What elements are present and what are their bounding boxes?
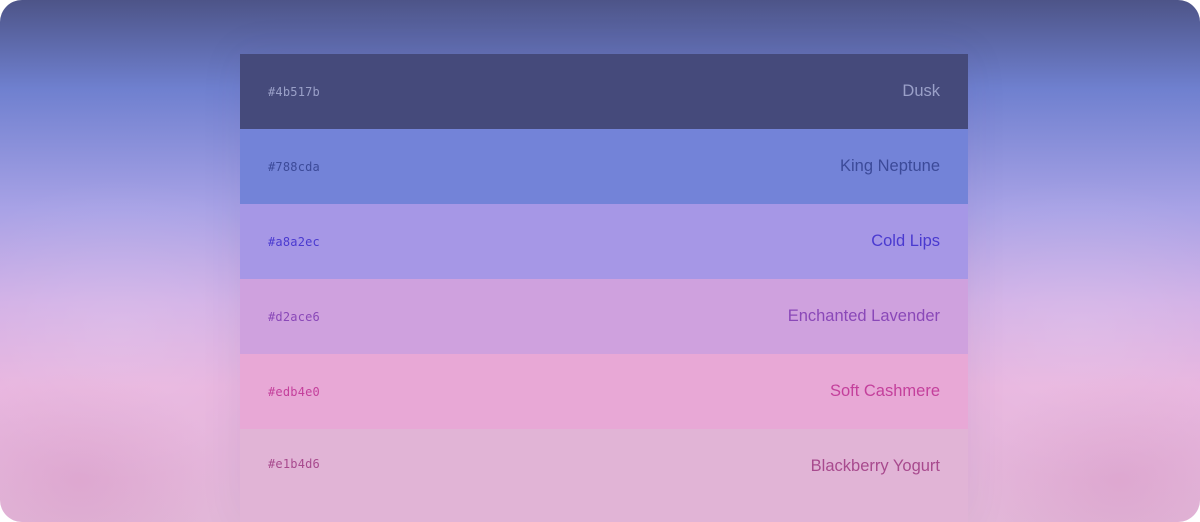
swatch-name: Dusk: [902, 82, 940, 100]
swatch-king-neptune[interactable]: #788cda King Neptune: [240, 129, 968, 204]
app-frame: #4b517b Dusk #788cda King Neptune #a8a2e…: [0, 0, 1200, 522]
swatch-name: King Neptune: [840, 157, 940, 175]
swatch-hex: #788cda: [268, 159, 320, 174]
swatch-name: Blackberry Yogurt: [810, 457, 940, 475]
swatch-enchanted-lavender[interactable]: #d2ace6 Enchanted Lavender: [240, 279, 968, 354]
swatch-soft-cashmere[interactable]: #edb4e0 Soft Cashmere: [240, 354, 968, 429]
swatch-blackberry-yogurt[interactable]: #e1b4d6 Blackberry Yogurt: [240, 429, 968, 522]
swatch-name: Soft Cashmere: [829, 382, 940, 400]
swatch-name: Cold Lips: [871, 232, 940, 250]
swatch-hex: #e1b4d6: [268, 457, 320, 471]
swatch-hex: #4b517b: [268, 84, 320, 99]
swatch-hex: #a8a2ec: [268, 234, 320, 249]
swatch-dusk[interactable]: #4b517b Dusk: [240, 54, 968, 129]
color-palette: #4b517b Dusk #788cda King Neptune #a8a2e…: [240, 54, 968, 522]
swatch-hex: #d2ace6: [268, 309, 320, 324]
swatch-hex: #edb4e0: [268, 384, 320, 399]
swatch-name: Enchanted Lavender: [787, 307, 940, 325]
swatch-cold-lips[interactable]: #a8a2ec Cold Lips: [240, 204, 968, 279]
